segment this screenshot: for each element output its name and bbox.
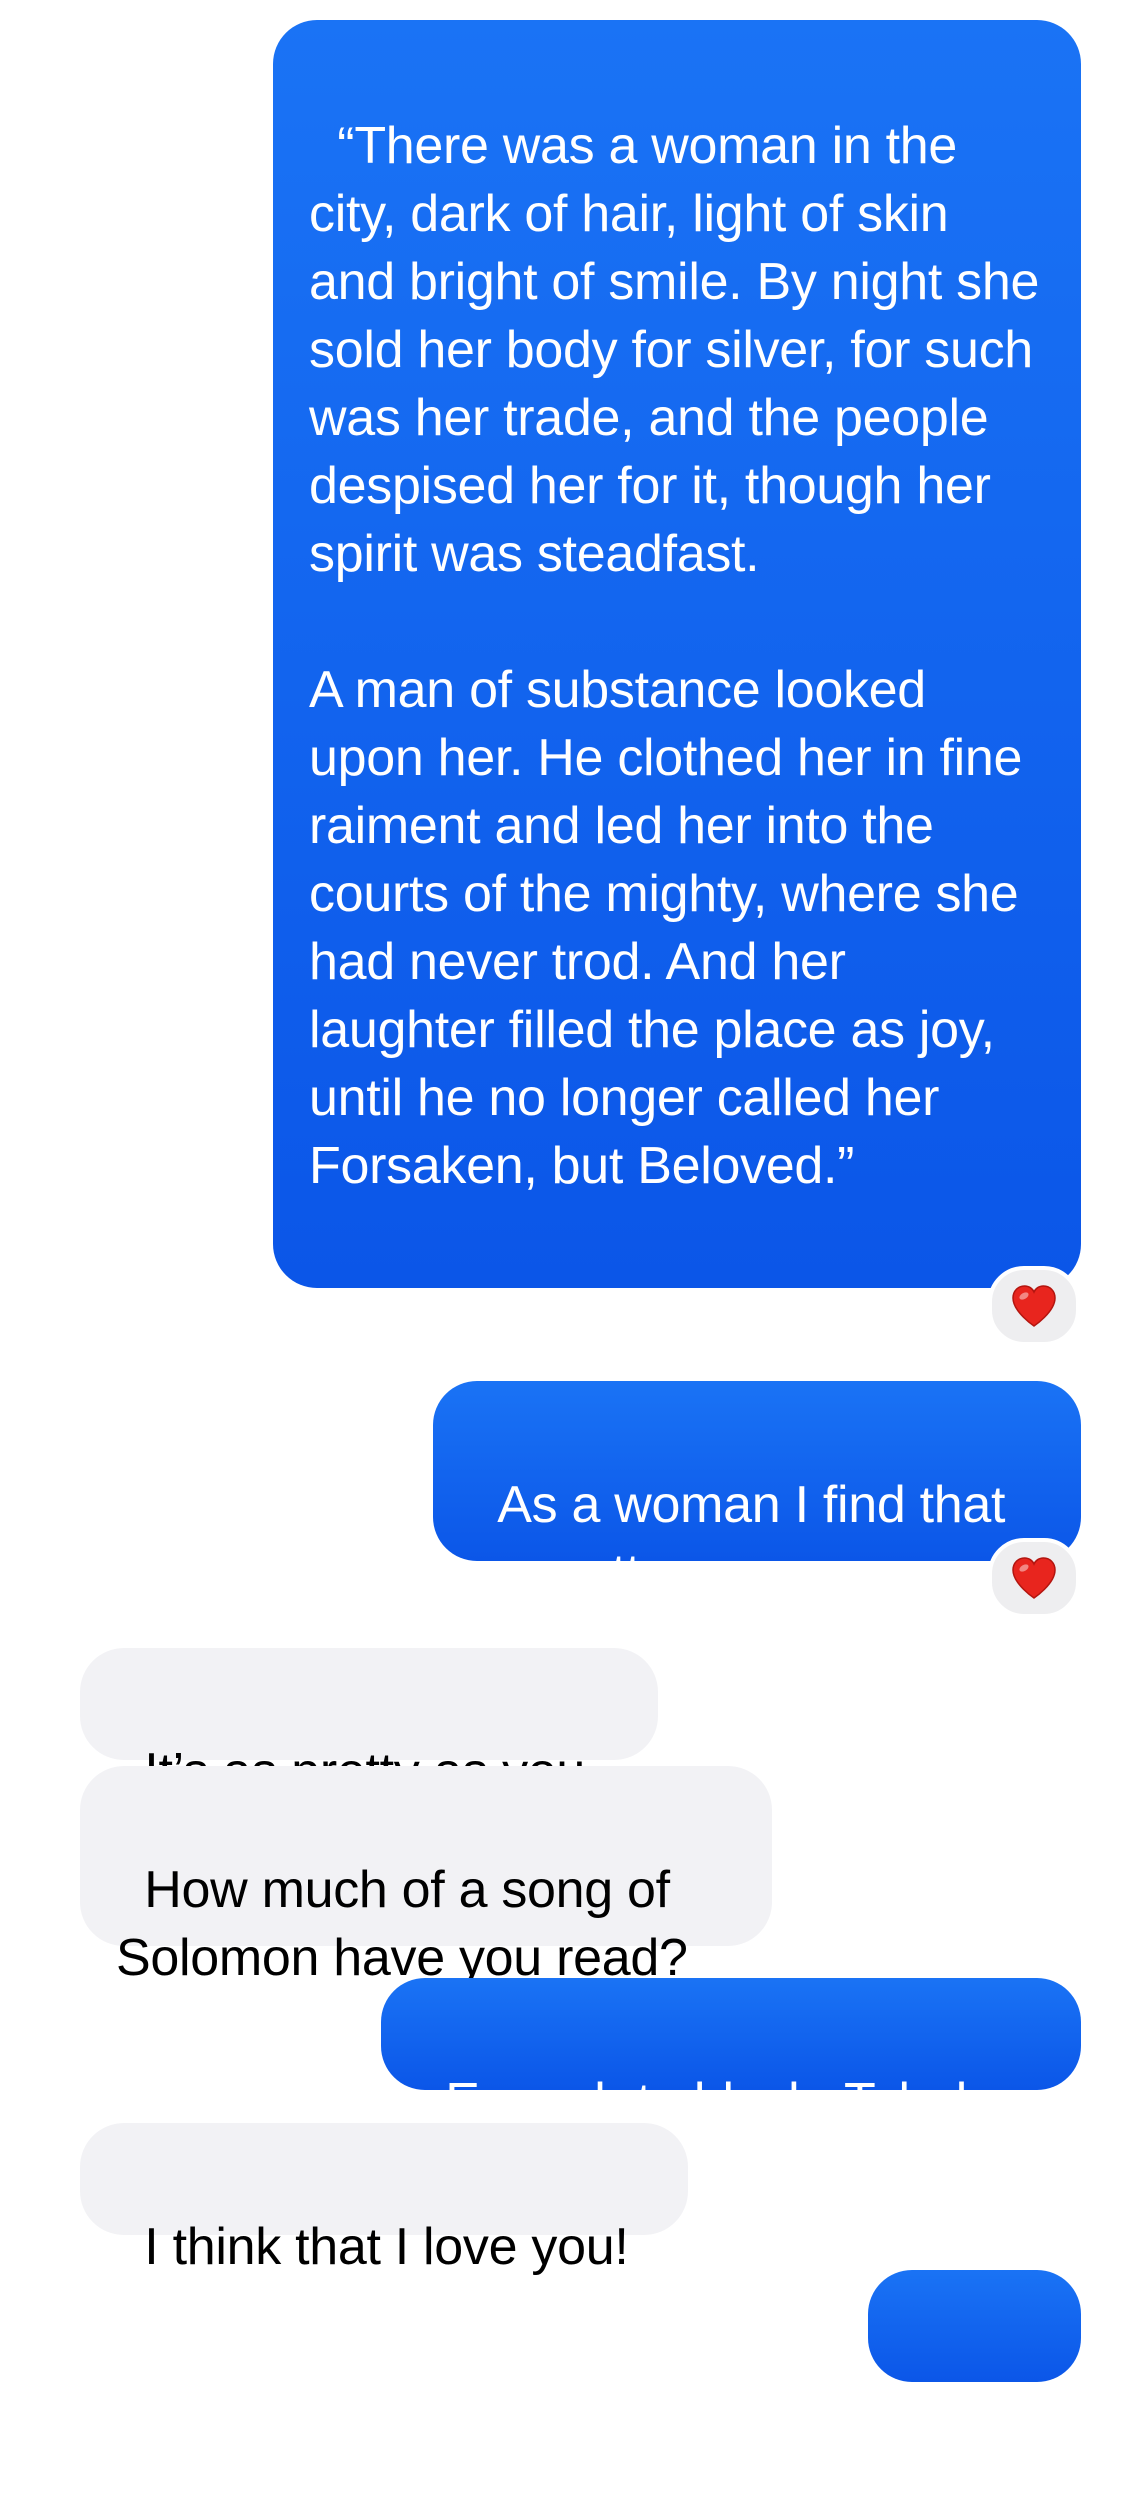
message-text: As a woman I find that so pretty.	[469, 1476, 1020, 1602]
heart-reaction[interactable]	[988, 1538, 1080, 1618]
message-bubble-sent[interactable]: Yeah.	[868, 2270, 1081, 2491]
message-text: How much of a song of Solomon have you r…	[116, 1861, 688, 1987]
message-text: Yeah.	[904, 2433, 1034, 2491]
message-bubble-received[interactable]: How much of a song of Solomon have you r…	[80, 1766, 772, 1987]
message-bubble-sent[interactable]: As a woman I find that so pretty.	[433, 1381, 1081, 1602]
heart-icon	[1012, 1285, 1056, 1327]
message-bubble-sent[interactable]: Enough to blush. Tehehe	[381, 1978, 1081, 2131]
message-bubble-received[interactable]: It’s as pretty as you.	[80, 1648, 658, 1801]
message-bubble-sent[interactable]: “There was a woman in the city, dark of …	[273, 20, 1081, 1288]
message-text: I think that I love you!	[144, 2218, 629, 2276]
heart-icon	[1012, 1557, 1056, 1599]
message-text: “There was a woman in the city, dark of …	[309, 117, 1040, 1195]
heart-reaction[interactable]	[988, 1266, 1080, 1346]
message-bubble-received[interactable]: I think that I love you!	[80, 2123, 688, 2276]
